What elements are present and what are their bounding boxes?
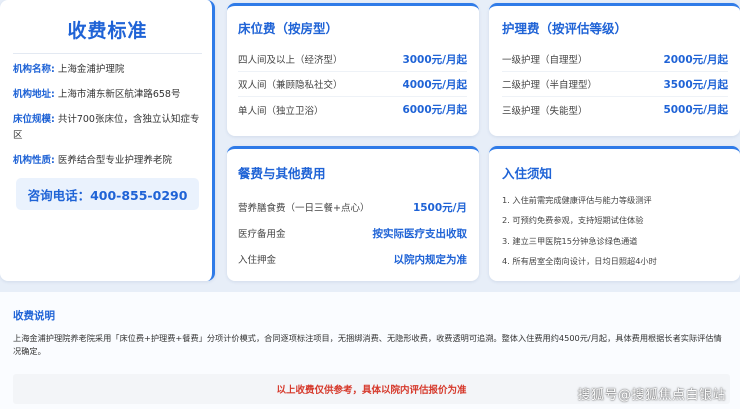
info-label: 机构地址: <box>13 89 55 100</box>
room-type: 单人间（独立卫浴） <box>238 105 324 117</box>
info-label: 床位规模: <box>13 114 55 125</box>
bed-fee-title: 床位费（按房型） <box>238 21 339 36</box>
care-fee-card: 护理费（按评估等级） 一级护理（自理型） 2000元/月起 二级护理（半自理型）… <box>489 3 740 136</box>
notice-item: 4. 所有居室全南向设计，日均日照超4小时 <box>502 256 657 267</box>
notice-item: 2. 可预约免费参观，支持短期试住体验 <box>502 215 644 226</box>
price-row: 单人间（独立卫浴） 6000元/月起 <box>238 97 467 122</box>
info-row-type: 机构性质: 医养结合型专业护理养老院 <box>13 153 202 169</box>
price-row: 入住押金 以院内规定为准 <box>238 246 467 272</box>
explanation-title: 收费说明 <box>13 310 55 322</box>
care-level: 一级护理（自理型） <box>502 55 588 66</box>
price-value: 6000元/月起 <box>402 104 467 116</box>
info-label: 机构名称: <box>13 64 55 75</box>
price-row: 营养膳食费（一日三餐+点心） 1500元/月 <box>238 194 467 220</box>
price-value: 以院内规定为准 <box>393 253 468 266</box>
room-type: 四人间及以上（经济型） <box>238 55 343 66</box>
care-level: 三级护理（失能型） <box>502 105 588 117</box>
fee-item: 医疗备用金 <box>238 229 286 240</box>
price-row: 一级护理（自理型） 2000元/月起 <box>502 47 728 72</box>
meal-other-fee-card: 餐费与其他费用 营养膳食费（一日三餐+点心） 1500元/月 医疗备用金 按实际… <box>227 146 479 281</box>
price-value: 4000元/月起 <box>402 78 467 91</box>
info-row-address: 机构地址: 上海市浦东新区航津路658号 <box>13 87 202 103</box>
info-value: 上海金浦护理院 <box>57 64 125 75</box>
price-value: 3500元/月起 <box>663 78 728 91</box>
fee-item: 入住押金 <box>238 255 277 266</box>
fee-item: 营养膳食费（一日三餐+点心） <box>238 203 370 214</box>
info-title: 收费标准 <box>67 20 148 42</box>
price-row: 四人间及以上（经济型） 3000元/月起 <box>238 47 467 72</box>
price-value: 按实际医疗支出收取 <box>372 227 468 240</box>
consult-phone-button[interactable]: 咨询电话：400-855-0290 <box>16 178 199 210</box>
notice-item: 1. 入住前需完成健康评估与能力等级测评 <box>502 195 652 205</box>
price-value: 3000元/月起 <box>402 53 467 66</box>
price-value: 5000元/月起 <box>663 104 728 116</box>
info-label: 机构性质: <box>13 155 55 166</box>
info-value: 上海市浦东新区航津路658号 <box>57 89 181 100</box>
price-row: 二级护理（半自理型） 3500元/月起 <box>502 72 728 97</box>
meal-fee-title: 餐费与其他费用 <box>238 166 326 181</box>
bed-fee-card: 床位费（按房型） 四人间及以上（经济型） 3000元/月起 双人间（兼顾隐私社交… <box>227 3 479 136</box>
care-fee-title: 护理费（按评估等级） <box>502 21 628 36</box>
room-type: 双人间（兼顾隐私社交） <box>238 80 343 91</box>
price-row: 双人间（兼顾隐私社交） 4000元/月起 <box>238 72 467 97</box>
info-row-scale: 床位规模: 共计700张床位，含独立认知症专区 <box>13 112 202 144</box>
divider <box>13 53 202 54</box>
info-value: 医养结合型专业护理养老院 <box>57 155 172 166</box>
notice-title: 入住须知 <box>502 166 553 181</box>
explanation-text: 上海金浦护理院养老院采用「床位费+护理费+餐费」分项计价模式，合同逐项标注项目，… <box>13 333 722 356</box>
institution-info-card: 收费标准 机构名称: 上海金浦护理院 机构地址: 上海市浦东新区航津路658号 … <box>0 0 215 281</box>
care-level: 二级护理（半自理型） <box>502 80 598 91</box>
price-row: 三级护理（失能型） 5000元/月起 <box>502 97 728 122</box>
price-value: 1500元/月 <box>412 201 467 214</box>
watermark-text: 搜狐号@搜狐焦点白银站 <box>577 388 726 403</box>
info-row-name: 机构名称: 上海金浦护理院 <box>13 62 202 78</box>
price-value: 2000元/月起 <box>663 53 728 66</box>
admission-notice-card: 入住须知 1. 入住前需完成健康评估与能力等级测评 2. 可预约免费参观，支持短… <box>489 146 740 281</box>
price-row: 医疗备用金 按实际医疗支出收取 <box>238 220 467 246</box>
notice-item: 3. 建立三甲医院15分钟急诊绿色通道 <box>502 235 638 246</box>
